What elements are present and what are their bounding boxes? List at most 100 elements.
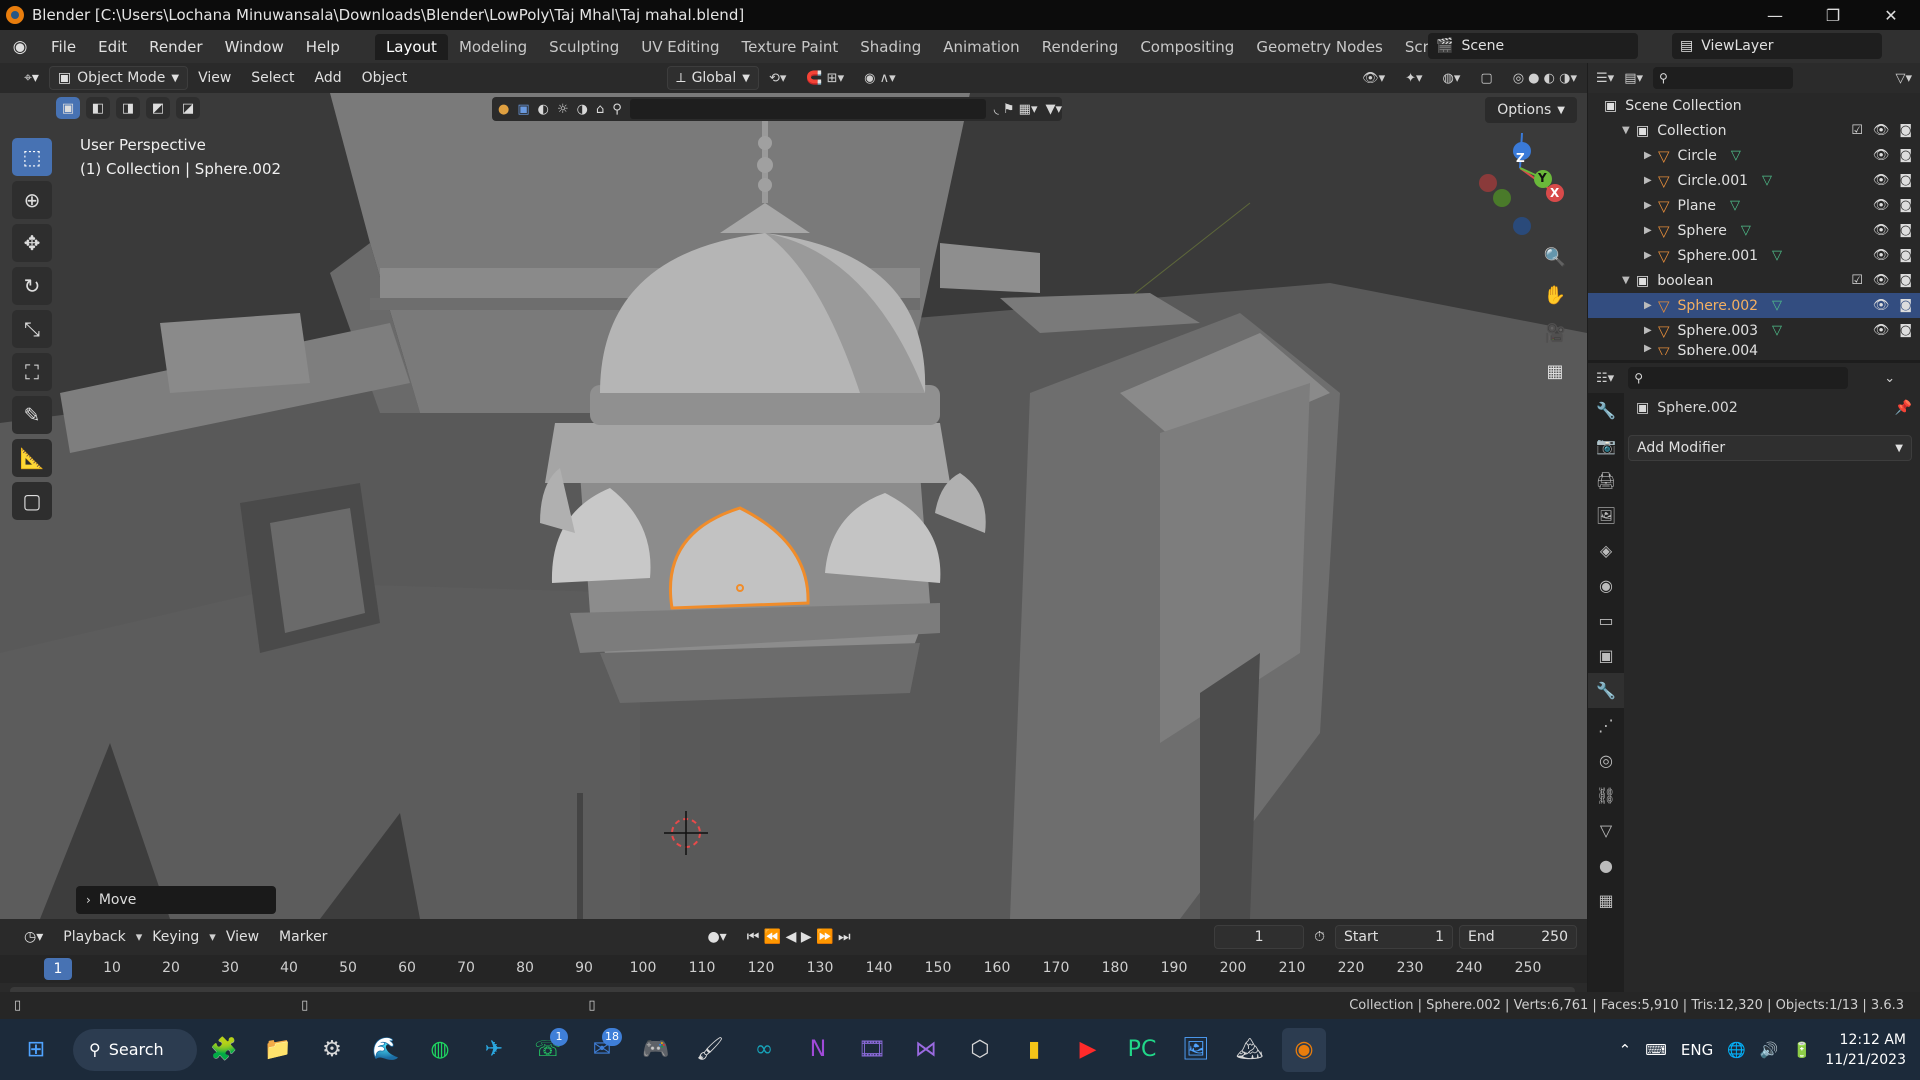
outliner-item-sphere-001[interactable]: ▶ ▽ Sphere.001 ▽ 👁 ◙ <box>1588 243 1920 268</box>
world-tab-icon[interactable]: ◉ <box>1588 568 1624 603</box>
world-filter-icon[interactable]: ◑ <box>577 102 588 117</box>
select-extend-icon[interactable]: ◧ <box>86 97 110 119</box>
tab-compositing[interactable]: Compositing <box>1129 34 1245 60</box>
measure-tool-icon[interactable]: 📐 <box>12 439 52 477</box>
scene-tab-icon[interactable]: ◈ <box>1588 533 1624 568</box>
onenote-icon[interactable]: N <box>796 1028 840 1072</box>
chevron-down-icon[interactable]: ⌄ <box>1884 371 1895 386</box>
view-layer-tab-icon[interactable]: 🖼 <box>1588 498 1624 533</box>
gizmo-y-label[interactable]: Y <box>1538 171 1547 185</box>
notes-icon[interactable]: ▮ <box>1012 1028 1056 1072</box>
language-indicator[interactable]: ENG <box>1681 1041 1713 1059</box>
pin-icon[interactable]: 📌 <box>1895 400 1912 416</box>
select-new-icon[interactable]: ▣ <box>56 97 80 119</box>
tab-modeling[interactable]: Modeling <box>448 34 538 60</box>
expand-arrow-icon[interactable]: ▶ <box>1644 175 1658 186</box>
last-operator-panel[interactable]: › Move <box>76 886 276 914</box>
camera-view-icon[interactable]: 🎥 <box>1539 317 1571 349</box>
expand-arrow-icon[interactable]: ▶ <box>1644 300 1658 311</box>
menu-window[interactable]: Window <box>214 38 295 56</box>
menu-keying[interactable]: Keying <box>142 929 209 945</box>
filter-search-input[interactable] <box>629 99 986 119</box>
transform-tool-icon[interactable]: ⛶ <box>12 353 52 391</box>
expand-arrow-icon[interactable]: ▼ <box>1622 125 1636 136</box>
outliner-item-circle[interactable]: ▶ ▽ Circle ▽ 👁 ◙ <box>1588 143 1920 168</box>
menu-object[interactable]: Object <box>352 70 418 86</box>
boolean-collection-row[interactable]: ▼ ▣ boolean ☑ 👁 ◙ <box>1588 268 1920 293</box>
add-cube-tool-icon[interactable]: ▢ <box>12 482 52 520</box>
youtube-icon[interactable]: ▶ <box>1066 1028 1110 1072</box>
game-icon[interactable]: 🎮 <box>634 1028 678 1072</box>
camera-icon[interactable]: ◙ <box>1899 323 1912 338</box>
snap-icon[interactable]: 🧲 ⊞▾ <box>796 71 854 86</box>
clock[interactable]: 12:12 AM 11/21/2023 <box>1825 1030 1906 1070</box>
tab-rendering[interactable]: Rendering <box>1031 34 1130 60</box>
tab-layout[interactable]: Layout <box>374 33 448 60</box>
frame-ruler[interactable]: 1102030405060708090100110120130140150160… <box>0 955 1587 983</box>
menu-playback[interactable]: Playback <box>53 929 135 945</box>
taskbar-search[interactable]: ⚲ Search <box>73 1028 197 1071</box>
viewlayer-selector[interactable]: ▤ ViewLayer <box>1672 33 1882 59</box>
record-icon[interactable]: ●▾ <box>697 929 736 945</box>
camera-icon[interactable]: ◙ <box>1899 298 1912 313</box>
eye-icon[interactable]: 👁 <box>1873 223 1890 238</box>
xray-icon[interactable]: ▢ <box>1470 71 1502 86</box>
camera-icon[interactable]: ◙ <box>1899 273 1912 288</box>
select-intersect-icon[interactable]: ◪ <box>176 97 200 119</box>
outliner-item-plane[interactable]: ▶ ▽ Plane ▽ 👁 ◙ <box>1588 193 1920 218</box>
select-invert-icon[interactable]: ◩ <box>146 97 170 119</box>
outliner-search-input[interactable]: ⚲ <box>1653 67 1793 89</box>
color-filter-icon[interactable]: ● <box>498 102 509 117</box>
chevron-up-icon[interactable]: ⌃ <box>1619 1041 1632 1059</box>
camera-icon[interactable]: ◙ <box>1899 123 1912 138</box>
overlay-icon[interactable]: ◍▾ <box>1433 71 1471 86</box>
mode-dropdown[interactable]: ▣ Object Mode ▼ <box>48 66 189 90</box>
cursor-tool-icon[interactable]: ⊕ <box>12 181 52 219</box>
properties-search-input[interactable]: ⚲ <box>1628 367 1849 389</box>
current-frame-field[interactable]: 1 <box>1214 925 1305 949</box>
editor-type-icon[interactable]: ⌖▾ <box>14 70 49 86</box>
move-tool-icon[interactable]: ✥ <box>12 224 52 262</box>
image-viewer-icon[interactable]: 🏔 <box>1228 1028 1272 1072</box>
collection-tab-icon[interactable]: ▭ <box>1588 603 1624 638</box>
tool-tab-icon[interactable]: 🔧 <box>1588 393 1624 428</box>
transform-orientation-dropdown[interactable]: ⟂ Global ▼ <box>667 66 759 90</box>
expand-arrow-icon[interactable]: ▶ <box>1644 343 1658 354</box>
data-tab-icon[interactable]: ▽ <box>1588 813 1624 848</box>
widgets-icon[interactable]: 🧩 <box>202 1028 246 1072</box>
modifier-wrench-icon[interactable]: 🔧 <box>1588 673 1624 708</box>
gizmo-z-label[interactable]: Z <box>1516 151 1525 165</box>
unity-icon[interactable]: ⬡ <box>958 1028 1002 1072</box>
proportional-edit-icon[interactable]: ◉ ∧▾ <box>854 71 906 86</box>
material-tab-icon[interactable]: ● <box>1588 848 1624 883</box>
tool-app-icon[interactable]: 🖌 <box>688 1028 732 1072</box>
pycharm-icon[interactable]: PC <box>1120 1028 1164 1072</box>
tab-geometry-nodes[interactable]: Geometry Nodes <box>1245 34 1394 60</box>
outliner-item-sphere-004[interactable]: ▶ ▽ Sphere.004 <box>1588 343 1920 355</box>
3d-viewport[interactable]: Z X Y ▣ ◧ ◨ ◩ ◪ ● ▣ ◐ ☼ ◑ ⌂ ⚲ ◟ ⚑ ▦▾ ▼▾ … <box>0 93 1587 919</box>
camera-icon[interactable]: ◙ <box>1899 223 1912 238</box>
select-subtract-icon[interactable]: ◨ <box>116 97 140 119</box>
camera-icon[interactable]: ◙ <box>1899 198 1912 213</box>
camera-icon[interactable]: ◙ <box>1899 173 1912 188</box>
expand-arrow-icon[interactable]: ▶ <box>1644 225 1658 236</box>
menu-select[interactable]: Select <box>241 70 304 86</box>
physics-tab-icon[interactable]: ◎ <box>1588 743 1624 778</box>
tab-texture-paint[interactable]: Texture Paint <box>730 34 849 60</box>
gizmo-icon[interactable]: ✦▾ <box>1395 71 1432 86</box>
outliner-filter-icon[interactable]: ▽▾ <box>1895 71 1912 86</box>
eye-icon[interactable]: 👁 <box>1873 248 1890 263</box>
outliner-item-sphere-003[interactable]: ▶ ▽ Sphere.003 ▽ 👁 ◙ <box>1588 318 1920 343</box>
volume-icon[interactable]: 🔊 <box>1760 1041 1779 1059</box>
start-frame-field[interactable]: Start 1 <box>1335 925 1453 949</box>
tab-uv-editing[interactable]: UV Editing <box>630 34 730 60</box>
constraints-tab-icon[interactable]: ⛓ <box>1588 778 1624 813</box>
current-frame-marker[interactable]: 1 <box>44 958 72 980</box>
close-button[interactable]: ✕ <box>1862 0 1920 30</box>
tab-animation[interactable]: Animation <box>932 34 1030 60</box>
scene-selector[interactable]: 🎬 Scene <box>1428 33 1638 59</box>
tab-shading[interactable]: Shading <box>849 34 932 60</box>
eye-icon[interactable]: 👁 <box>1873 123 1890 138</box>
file-explorer-icon[interactable]: 📁 <box>256 1028 300 1072</box>
camera-icon[interactable]: ◙ <box>1899 248 1912 263</box>
